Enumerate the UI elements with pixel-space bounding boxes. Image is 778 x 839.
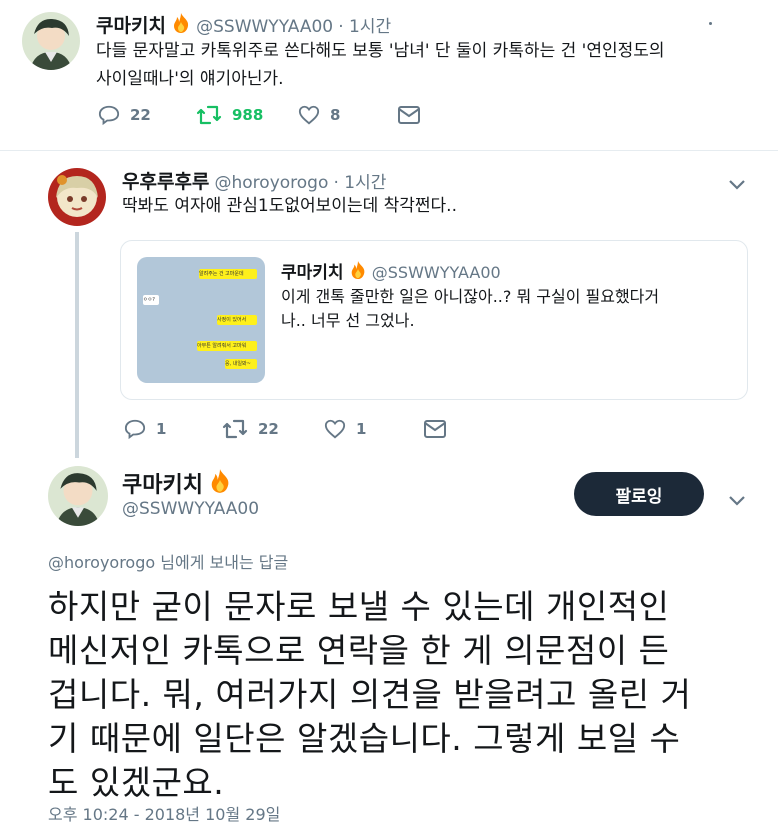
reply-to-label: 님에게 보내는 답글 (155, 553, 289, 572)
quoted-tweet[interactable]: 알려주는 건 고마운데 ㅇㅇ? 사정이 있어서 아무튼 알려줘서 고마워 응, … (120, 240, 748, 400)
retweet-icon (196, 105, 222, 125)
tweet-body-line: 겁니다. 뭐, 여러가지 의견을 받을려고 올린 거 (48, 675, 692, 714)
author-name[interactable]: 우후루후루 (122, 171, 209, 193)
reply-count: 1 (156, 420, 167, 438)
like-button[interactable]: 1 (324, 418, 366, 440)
chat-bubble: 알려주는 건 고마운데 (199, 269, 257, 279)
tweet-text: 딱봐도 여자애 관심1도없어보이는데 착각쩐다.. (122, 196, 457, 216)
quoted-text: 이게 갠톡 줄만한 일은 아니잖아..? 뭐 구실이 필요했다거 (281, 287, 660, 306)
reply-button[interactable]: 1 (124, 418, 166, 440)
retweet-icon (222, 419, 248, 439)
following-button[interactable]: 팔로잉 (574, 472, 704, 516)
tweet-timestamp[interactable]: 오후 10:24 - 2018년 10월 29일 (48, 801, 280, 825)
retweet-button[interactable]: 22 (222, 418, 279, 440)
direct-message-button[interactable] (424, 420, 446, 442)
retweet-count: 988 (232, 106, 264, 124)
tweet-body-line: 기 때문에 일단은 알겠습니다. 그렇게 보일 수 (48, 719, 681, 758)
direct-message-button[interactable] (398, 106, 420, 128)
chevron-down-icon[interactable] (728, 176, 746, 195)
quoted-author-name[interactable]: 쿠마키치 (281, 263, 344, 283)
fire-emoji-icon (351, 261, 365, 279)
tweet-body-line: 도 있겠군요. (48, 763, 225, 802)
thread-line (75, 232, 79, 458)
tweet-body-line: 메신저인 카톡으로 연락을 한 게 의문점이 든 (48, 631, 670, 670)
tweet-body: 하지만 굳이 문자로 보낼 수 있는데 개인적인 메신저인 카톡으로 연락을 한… (48, 585, 768, 805)
chat-bubble: 사정이 있어서 (217, 315, 257, 325)
author-handle[interactable]: @horoyorogo (215, 173, 329, 193)
avatar[interactable] (22, 12, 80, 70)
quoted-image[interactable]: 알려주는 건 고마운데 ㅇㅇ? 사정이 있어서 아무튼 알려줘서 고마워 응, … (137, 257, 265, 383)
like-count: 8 (330, 106, 341, 124)
quoted-text: 나.. 너무 선 그었나. (281, 311, 415, 330)
envelope-icon (424, 420, 446, 438)
like-button[interactable]: 8 (298, 104, 340, 126)
reply-to-handle-link[interactable]: @horoyorogo (48, 553, 155, 572)
tweet-time[interactable]: · 1시간 (338, 17, 391, 37)
fire-emoji-icon (211, 469, 229, 493)
chevron-down-icon[interactable] (728, 492, 746, 511)
author-name[interactable]: 쿠마키치 (96, 15, 166, 37)
tweet-text: 사이일때나'의 얘기아닌가. (96, 69, 284, 89)
reply-button[interactable]: 22 (98, 104, 151, 126)
avatar[interactable] (48, 168, 106, 226)
reply-icon (98, 105, 120, 126)
chat-bubble: ㅇㅇ? (143, 295, 159, 305)
fire-emoji-icon (174, 13, 189, 33)
chat-bubble: 응, 내일봐~ (225, 359, 257, 369)
tweet-text: 다들 문자말고 카톡위주로 쓴다해도 보통 '남녀' 단 둘이 카톡하는 건 '… (96, 41, 665, 61)
retweet-button[interactable]: 988 (196, 104, 263, 126)
divider (0, 150, 778, 151)
author-handle[interactable]: @SSWWYYAA00 (196, 17, 333, 37)
author-handle[interactable]: @SSWWYYAA00 (122, 499, 259, 519)
more-dot-icon[interactable] (709, 22, 712, 25)
envelope-icon (398, 106, 420, 124)
heart-icon (324, 419, 346, 439)
quoted-author-handle[interactable]: @SSWWYYAA00 (372, 263, 501, 282)
chat-bubble: 아무튼 알려줘서 고마워 (197, 341, 257, 351)
like-count: 1 (356, 420, 367, 438)
avatar[interactable] (48, 466, 108, 526)
retweet-count: 22 (258, 420, 279, 438)
tweet-body-line: 하지만 굳이 문자로 보낼 수 있는데 개인적인 (48, 587, 670, 626)
tweet-time[interactable]: · 1시간 (333, 173, 386, 193)
reply-count: 22 (130, 106, 151, 124)
author-name[interactable]: 쿠마키치 (122, 473, 203, 498)
heart-icon (298, 105, 320, 125)
reply-icon (124, 419, 146, 440)
